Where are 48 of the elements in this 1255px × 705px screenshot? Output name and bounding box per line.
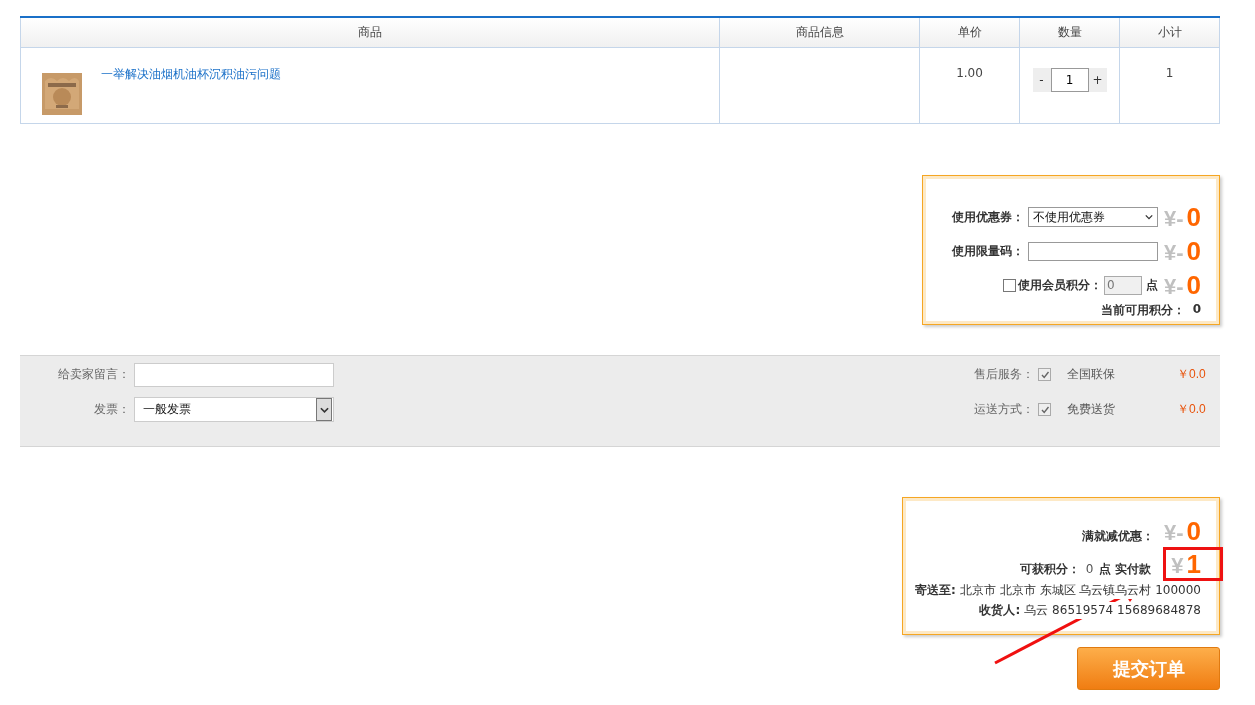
amount: 0 xyxy=(1186,235,1201,267)
currency-sign: ¥- xyxy=(1163,239,1184,266)
price: ￥0.0 xyxy=(1177,366,1205,383)
code-field[interactable] xyxy=(1027,241,1158,261)
invoice-dropdown[interactable]: 一般发票 xyxy=(134,397,334,422)
field-label: 收货人: xyxy=(979,602,1021,619)
message-field[interactable] xyxy=(134,362,334,387)
quantity-field[interactable]: 1 xyxy=(1050,68,1089,92)
field-label: 满就减优惠： xyxy=(1081,528,1154,545)
amount: 1 xyxy=(1186,549,1201,580)
amount: 0 xyxy=(1186,201,1201,233)
currency-sign: ¥- xyxy=(1163,520,1184,546)
column-header: 单价 xyxy=(957,24,982,41)
field-label: 使用优惠券： xyxy=(951,208,1024,226)
address-text: 乌云 86519574 15689684878 xyxy=(1024,602,1201,619)
column-header: 小计 xyxy=(1157,24,1182,41)
coupon-dropdown[interactable]: 不使用优惠券 xyxy=(1027,207,1158,227)
column-header: 商品信息 xyxy=(795,24,844,41)
price: ￥0.0 xyxy=(1177,401,1205,418)
points-value: 0 xyxy=(1192,302,1201,318)
field-label: 当前可用积分： xyxy=(1100,302,1185,319)
field-label: 寄送至: xyxy=(915,582,956,599)
field-label: 发票： xyxy=(93,401,130,418)
subtotal: 1 xyxy=(1165,66,1174,82)
column-header: 商品 xyxy=(358,24,382,41)
product-link[interactable]: 一举解决油烟机油杯沉积油污问题 xyxy=(101,66,281,123)
option-label: 全国联保 xyxy=(1067,366,1116,383)
points-unit: 点 xyxy=(1099,561,1112,578)
field-label: 使用会员积分： xyxy=(1017,276,1102,294)
field-label: 给卖家留言： xyxy=(57,366,130,383)
currency-sign: ¥- xyxy=(1163,273,1184,300)
field-label: 运送方式： xyxy=(974,401,1034,418)
currency-sign: ¥ xyxy=(1171,553,1184,579)
field-label: 可获积分： xyxy=(1019,561,1080,578)
option-label: 免费送货 xyxy=(1067,401,1116,418)
field-label: 售后服务： xyxy=(974,366,1034,383)
field-label: 使用限量码： xyxy=(951,242,1024,260)
unit-price: 1.00 xyxy=(956,66,983,82)
caret-icon xyxy=(319,406,329,413)
column-header: 数量 xyxy=(1057,24,1082,41)
amount: 0 xyxy=(1186,269,1201,301)
caret-icon xyxy=(1144,214,1153,220)
points-unit: 点 xyxy=(1145,276,1158,294)
points-value: 0 xyxy=(1085,562,1094,576)
field-label: 实付款 xyxy=(1115,561,1152,578)
address-text: 北京市 北京市 东城区 乌云镇乌云村 100000 xyxy=(959,582,1201,599)
amount: 0 xyxy=(1186,516,1201,547)
currency-sign: ¥- xyxy=(1163,205,1184,232)
